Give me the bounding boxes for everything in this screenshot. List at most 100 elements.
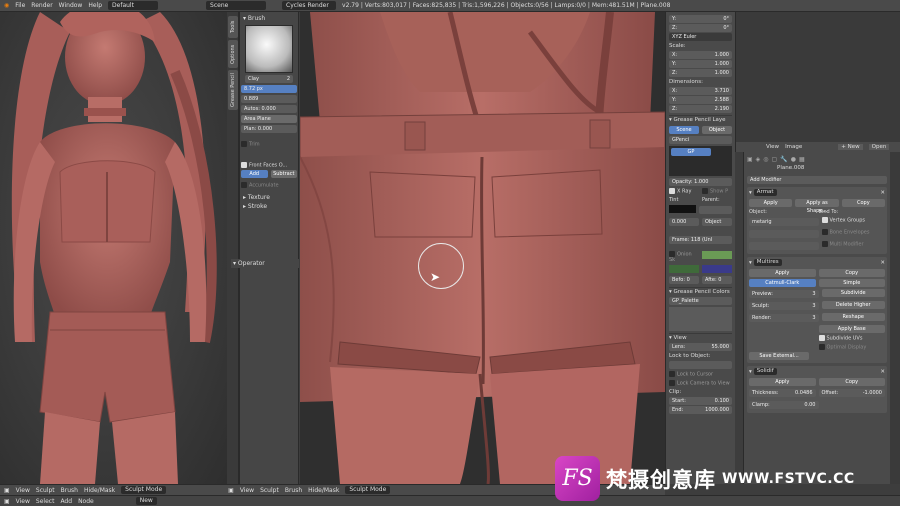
screen-layout-select[interactable]: Default <box>108 1 159 10</box>
node-select-menu[interactable]: Select <box>36 498 55 505</box>
armature-vgroup-field[interactable] <box>749 230 819 238</box>
armature-name-field[interactable]: Armat <box>753 189 777 196</box>
main-view-menu[interactable]: View <box>240 487 254 494</box>
stroke-panel-header[interactable]: ▸ Stroke <box>241 202 297 211</box>
node-node-menu[interactable]: Node <box>78 498 94 505</box>
material-tab-icon[interactable]: ● <box>791 156 796 163</box>
left-sculpt-menu[interactable]: Sculpt <box>36 487 55 494</box>
onion-after-swatch[interactable] <box>702 265 732 273</box>
front-faces-checkbox[interactable]: Front Faces O... <box>241 161 297 168</box>
properties-tabs[interactable]: ▣ ◈ ◎ ▢ 🔧 ● ▦ <box>747 154 887 164</box>
view-header[interactable]: ▾ View <box>669 333 732 342</box>
solidify-name-field[interactable]: Solidif <box>753 368 777 375</box>
armature-copy-button[interactable]: Copy <box>841 199 885 207</box>
main-mode-select[interactable]: Sculpt Mode <box>345 486 391 494</box>
armature-apply-button[interactable]: Apply <box>749 199 793 207</box>
texture-panel-header[interactable]: ▸ Texture <box>241 193 297 202</box>
main-brush-menu[interactable]: Brush <box>285 487 302 494</box>
left-hidemask-menu[interactable]: Hide/Mask <box>84 487 115 494</box>
node-add-menu[interactable]: Add <box>60 498 72 505</box>
parent-type-select[interactable]: Object <box>702 217 732 226</box>
armature-apply-shape-button[interactable]: Apply as Shape... <box>795 199 839 214</box>
editor-type-icon[interactable]: ▣ <box>4 487 10 494</box>
save-external-button[interactable]: Save External... <box>749 352 809 360</box>
gp-palette-field[interactable]: GP_Palette <box>669 297 732 305</box>
catmull-clark-button[interactable]: Catmull-Clark <box>749 279 816 287</box>
brush-header[interactable]: ▾ Brush <box>241 14 297 23</box>
onion-skin-checkbox[interactable]: Onion Sk <box>669 250 699 263</box>
close-icon[interactable]: ✕ <box>880 369 885 375</box>
gp-colors-header[interactable]: ▾ Grease Pencil Colors <box>669 287 732 296</box>
delete-higher-button[interactable]: Delete Higher <box>821 301 885 309</box>
left-brush-menu[interactable]: Brush <box>61 487 78 494</box>
simple-button[interactable]: Simple <box>818 279 885 287</box>
tab-grease-pencil[interactable]: Grease Pencil <box>228 70 238 110</box>
tint-color-swatch[interactable] <box>669 204 696 213</box>
reshape-button[interactable]: Reshape <box>821 313 885 321</box>
gp-scene-button[interactable]: Scene <box>669 126 699 134</box>
image-image-menu[interactable]: Image <box>785 144 802 150</box>
expand-icon[interactable]: ▾ <box>749 190 752 196</box>
armature-object-field[interactable]: metarig <box>749 218 819 226</box>
node-view-menu[interactable]: View <box>16 498 30 505</box>
lock-object-field[interactable] <box>669 361 732 369</box>
radius-field[interactable]: 8.72 px <box>241 85 297 93</box>
gp-layer-list[interactable]: GP <box>669 146 732 176</box>
expand-icon[interactable]: ▾ <box>749 260 752 266</box>
bone-envelopes-checkbox[interactable]: Bone Envelopes <box>821 229 886 239</box>
scale-z-field[interactable]: Z: 1.000 <box>669 69 732 77</box>
main-sculpt-menu[interactable]: Sculpt <box>260 487 279 494</box>
object-tab-icon[interactable]: ▢ <box>772 156 778 163</box>
scene-select[interactable]: Scene <box>206 1 267 10</box>
gp-datablock[interactable]: GPenci <box>669 136 732 144</box>
xray-checkbox[interactable]: X Ray <box>669 188 699 195</box>
node-new-button[interactable]: New <box>135 497 157 505</box>
armature-extra-field[interactable] <box>749 242 819 250</box>
tint-factor-field[interactable]: 0.000 <box>669 217 699 226</box>
gp-object-button[interactable]: Object <box>702 126 732 134</box>
preview-level-field[interactable]: Preview: 3 <box>749 290 819 298</box>
brush-preview[interactable] <box>245 25 293 73</box>
parent-field[interactable] <box>699 205 732 214</box>
solidify-copy-button[interactable]: Copy <box>818 378 885 386</box>
image-editor-area[interactable]: View Image + New Open <box>735 12 900 152</box>
lock-cursor-checkbox[interactable]: Lock to Cursor <box>669 371 732 378</box>
lens-field[interactable]: Lens: 55.000 <box>669 343 732 351</box>
editor-type-icon[interactable]: ▣ <box>4 498 10 505</box>
offset-field[interactable]: Offset: -1.0000 <box>818 389 885 397</box>
menu-help[interactable]: Help <box>88 2 102 9</box>
scene-tab-icon[interactable]: ◈ <box>756 156 761 163</box>
multires-copy-button[interactable]: Copy <box>818 269 885 277</box>
onion-before-field[interactable]: Befo: 0 <box>669 276 699 284</box>
clip-end-field[interactable]: End: 1000.000 <box>669 406 732 414</box>
area-plane-select[interactable]: Area Plane <box>241 115 297 123</box>
multires-apply-button[interactable]: Apply <box>749 269 816 277</box>
world-tab-icon[interactable]: ◎ <box>763 156 768 163</box>
onion-before-color[interactable] <box>702 250 732 259</box>
blender-logo-icon[interactable]: ◉ <box>4 2 9 9</box>
render-level-field[interactable]: Render: 3 <box>749 314 819 322</box>
onion-after-field[interactable]: Afte: 0 <box>702 276 732 284</box>
texture-tab-icon[interactable]: ▦ <box>799 156 805 163</box>
menu-window[interactable]: Window <box>59 2 83 9</box>
left-3d-viewport[interactable] <box>0 12 227 484</box>
dimension-y-field[interactable]: Y: 2.588 <box>669 96 732 104</box>
dimension-z-field[interactable]: Z: 2.190 <box>669 105 732 113</box>
apply-base-button[interactable]: Apply Base <box>818 325 885 333</box>
brush-selector[interactable]: Clay 2 <box>245 75 293 83</box>
tab-tools[interactable]: Tools <box>228 16 238 38</box>
render-tab-icon[interactable]: ▣ <box>747 156 753 163</box>
image-open-button[interactable]: Open <box>868 144 890 150</box>
vertex-groups-checkbox[interactable]: Vertex Groups <box>821 217 886 227</box>
subdivide-button[interactable]: Subdivide <box>821 289 885 297</box>
close-icon[interactable]: ✕ <box>880 260 885 266</box>
left-mode-select[interactable]: Sculpt Mode <box>121 486 167 494</box>
opacity-field[interactable]: Opacity: 1.000 <box>669 178 732 186</box>
main-hidemask-menu[interactable]: Hide/Mask <box>308 487 339 494</box>
accumulate-checkbox[interactable]: Accumulate <box>241 182 297 189</box>
scale-x-field[interactable]: X: 1.000 <box>669 51 732 59</box>
clip-start-field[interactable]: Start: 0.100 <box>669 397 732 405</box>
show-points-checkbox[interactable]: Show P <box>702 188 732 195</box>
frame-field[interactable]: Frame: 118 (Unl <box>669 235 732 244</box>
subdivide-uvs-checkbox[interactable]: Subdivide UVs <box>818 335 886 342</box>
